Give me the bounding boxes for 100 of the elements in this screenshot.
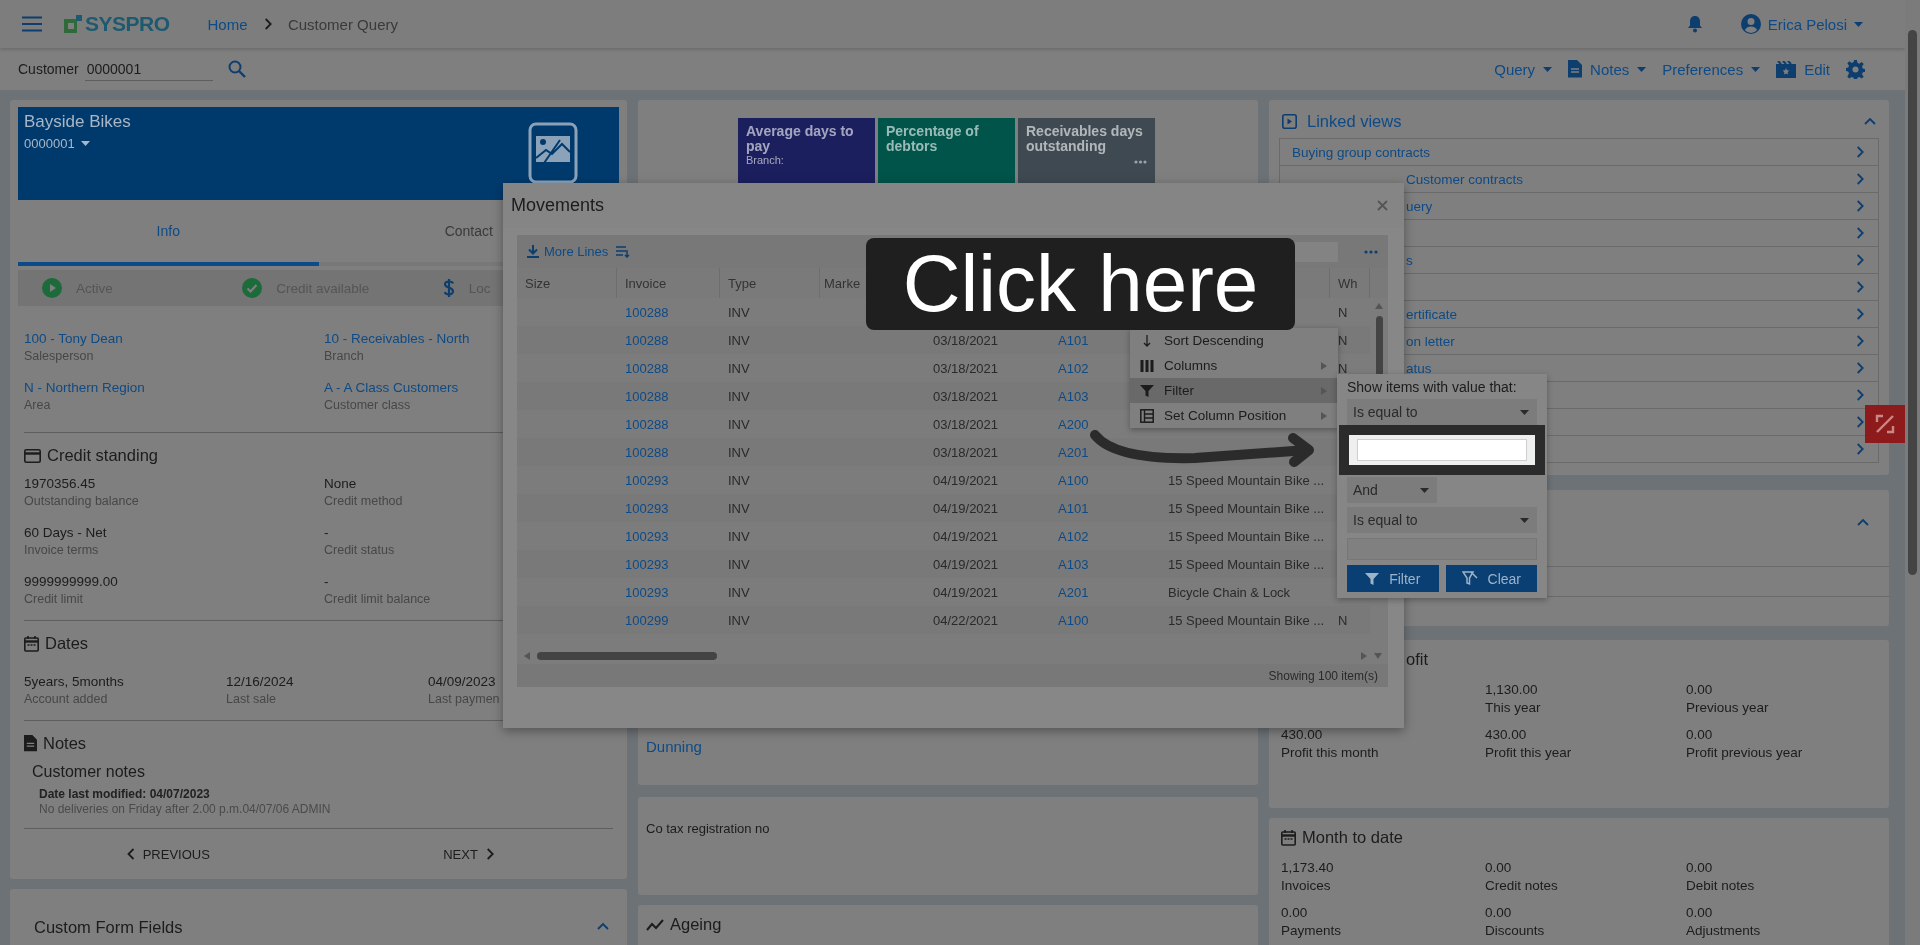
- field-value: 430.00: [1281, 726, 1324, 744]
- table-cell: 15 Speed Mountain Bike ...: [1168, 500, 1325, 516]
- table-cell: INV: [728, 304, 750, 320]
- field-value: 60 Days - Net: [24, 524, 108, 542]
- table-cell: INV: [728, 584, 750, 600]
- section-title: Ageing: [670, 915, 722, 934]
- field-label: Co tax registration no: [646, 821, 770, 836]
- field-label: Profit this month: [1281, 744, 1380, 761]
- table-cell: INV: [728, 472, 750, 488]
- table-cell: N: [1338, 304, 1348, 320]
- table-cell: INV: [728, 332, 750, 348]
- table-cell: 03/18/2021: [933, 416, 999, 432]
- table-cell: N: [1338, 332, 1348, 348]
- table-cell: INV: [728, 444, 750, 460]
- field-label: Credit limit balance: [324, 591, 432, 608]
- field-label: Profit this year: [1485, 744, 1573, 761]
- field-value: 0.00: [1686, 726, 1714, 744]
- section-title: Dates: [45, 634, 89, 653]
- field-label: Credit limit: [24, 591, 85, 608]
- field-value: 1,173.40: [1281, 859, 1335, 877]
- field-value: 430.00: [1485, 726, 1528, 744]
- field-value: 0.00: [1686, 904, 1714, 922]
- section-title: Linked views: [1307, 111, 1403, 131]
- field-label: Account added: [24, 691, 109, 708]
- table-cell: 15 Speed Mountain Bike ...: [1168, 472, 1325, 488]
- field-label: Adjustments: [1686, 922, 1762, 939]
- field-label: Branch: [324, 348, 365, 365]
- table-cell: N: [1338, 360, 1348, 376]
- field-label: Salesperson: [24, 348, 95, 365]
- table-cell: 04/19/2021: [933, 528, 999, 544]
- customer-code: 0000001: [24, 136, 75, 151]
- section-title: Notes: [43, 734, 87, 753]
- table-cell: 03/18/2021: [933, 388, 999, 404]
- table-cell: INV: [728, 556, 750, 572]
- table-cell: INV: [728, 528, 750, 544]
- field-value: 0.00: [1281, 904, 1309, 922]
- field-label: Discounts: [1485, 922, 1546, 939]
- table-cell: Bicycle Chain & Lock: [1168, 584, 1291, 600]
- field-value: 12/16/2024: [226, 673, 295, 691]
- section-title: Month to date: [1302, 828, 1403, 847]
- field-label: Payments: [1281, 922, 1343, 939]
- section-title: Custom Form Fields: [33, 917, 184, 938]
- customer-name: Bayside Bikes: [24, 112, 131, 132]
- field-value: 0.00: [1485, 859, 1513, 877]
- table-cell: 03/18/2021: [933, 360, 999, 376]
- tile-title: Percentage of debtors: [886, 124, 980, 154]
- table-cell: 04/19/2021: [933, 500, 999, 516]
- table-cell: 04/19/2021: [933, 584, 999, 600]
- field-value: 0.00: [1686, 681, 1714, 699]
- field-label: Debit notes: [1686, 877, 1756, 894]
- field-value: -: [324, 524, 330, 542]
- field-label: Credit notes: [1485, 877, 1559, 894]
- table-cell: INV: [728, 612, 750, 628]
- table-cell: INV: [728, 500, 750, 516]
- field-label: Credit method: [324, 493, 404, 510]
- field-label: Profit previous year: [1686, 744, 1804, 761]
- field-value: 9999999999.00: [24, 573, 119, 591]
- table-cell: 03/18/2021: [933, 444, 999, 460]
- table-cell: 15 Speed Mountain Bike ...: [1168, 612, 1325, 628]
- section-title: ofit: [1406, 650, 1428, 669]
- field-value: 0.00: [1686, 859, 1714, 877]
- item-count: Showing 100 item(s): [1268, 668, 1378, 683]
- section-title: Credit standing: [47, 446, 158, 465]
- notes-heading: Customer notes: [31, 763, 146, 781]
- field-label: Invoices: [1281, 877, 1332, 894]
- table-cell: INV: [728, 416, 750, 432]
- table-cell: 15 Speed Mountain Bike ...: [1168, 556, 1325, 572]
- field-value: -: [324, 573, 330, 591]
- field-label: Last sale: [226, 691, 278, 708]
- tile-subtitle: Branch:: [746, 154, 785, 167]
- field-value: 04/09/2023: [428, 673, 497, 691]
- table-cell: INV: [728, 388, 750, 404]
- table-cell: 03/18/2021: [933, 332, 999, 348]
- table-cell: 04/19/2021: [933, 472, 999, 488]
- table-cell: 15 Speed Mountain Bike ...: [1168, 528, 1325, 544]
- breadcrumb-current: Customer Query: [287, 15, 398, 33]
- field-label: Invoice terms: [24, 542, 100, 559]
- filter-prompt: Show items with value that:: [1347, 379, 1518, 397]
- field-label: Area: [24, 397, 52, 414]
- logo-text: SYSPRO: [85, 12, 170, 36]
- field-label: Previous year: [1686, 699, 1770, 716]
- field-value: 5years, 5months: [24, 673, 125, 691]
- click-here-tooltip: Click here: [866, 238, 1295, 330]
- field-value: 1970356.45: [24, 475, 97, 493]
- tile-title: Receivables days outstanding: [1026, 124, 1144, 154]
- field-label: Outstanding balance: [24, 493, 140, 510]
- table-cell: N: [1338, 612, 1348, 628]
- table-cell: 04/19/2021: [933, 556, 999, 572]
- field-label: Customer class: [324, 397, 412, 414]
- field-label: Last paymen: [428, 691, 501, 708]
- customer-label: Customer: [18, 61, 79, 77]
- field-label: This year: [1485, 699, 1542, 716]
- table-cell: INV: [728, 360, 750, 376]
- tile-title: Average days to pay: [746, 124, 855, 154]
- field-label: Credit status: [324, 542, 396, 559]
- notes-modified-date: Date last modified: 04/07/2023: [38, 786, 211, 801]
- field-value: 1,130.00: [1485, 681, 1539, 699]
- table-cell: 04/22/2021: [933, 612, 999, 628]
- field-value: 0.00: [1485, 904, 1513, 922]
- field-value: None: [324, 475, 358, 493]
